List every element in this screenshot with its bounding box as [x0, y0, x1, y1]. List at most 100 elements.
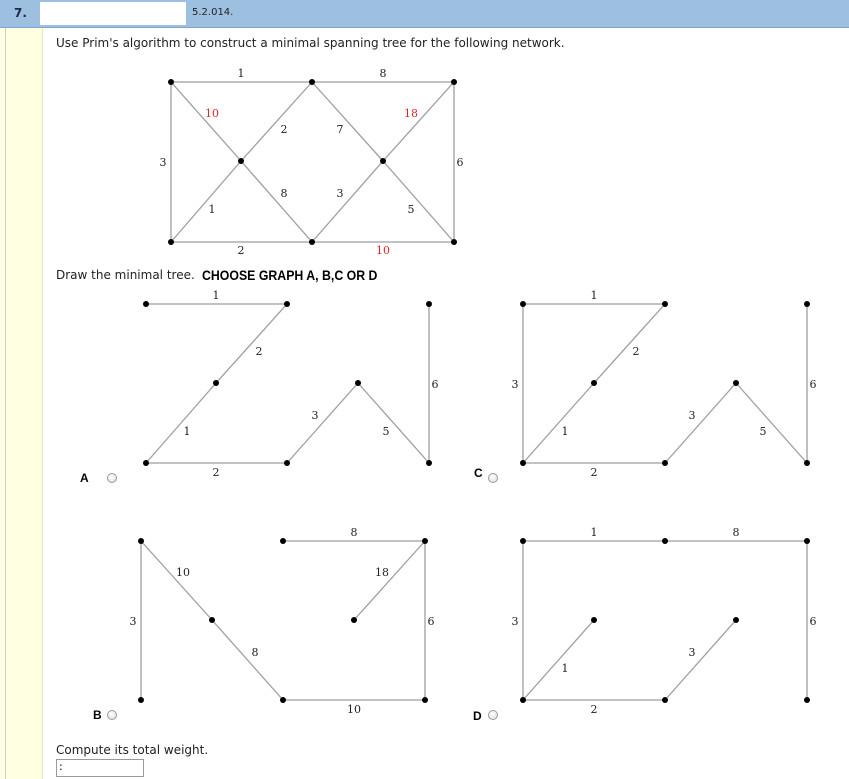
vertex [662, 538, 668, 544]
edge-weight: 2 [591, 466, 598, 479]
edge-weight: 2 [256, 345, 263, 358]
edge-weight: 1 [562, 662, 569, 675]
edge-weight: 2 [591, 703, 598, 716]
vertex [422, 697, 428, 703]
vertex [591, 617, 597, 623]
option-d-radio[interactable] [488, 710, 498, 720]
option-b-radio[interactable] [107, 710, 117, 720]
vertex [284, 460, 290, 466]
option-c-label: C [474, 466, 483, 480]
vertex [804, 460, 810, 466]
vertex [733, 617, 739, 623]
edge-weight: 2 [633, 345, 640, 358]
edge-weight: 3 [130, 615, 137, 628]
edge [240, 160, 313, 243]
vertex [280, 697, 286, 703]
edge-weight-highlighted: 10 [376, 244, 390, 257]
edge [357, 382, 430, 464]
edge-weight: 5 [408, 203, 415, 216]
edge [664, 619, 737, 701]
edge-weight: 8 [733, 526, 740, 539]
vertex [804, 538, 810, 544]
option-c-radio[interactable] [488, 473, 498, 483]
edge [311, 81, 384, 162]
edge-weight: 1 [209, 203, 216, 216]
edge-weight: 3 [689, 646, 696, 659]
edge [145, 382, 217, 464]
edge-weight: 1 [591, 526, 598, 539]
option-a-radio[interactable] [107, 473, 117, 483]
edge-weight: 2 [213, 466, 220, 479]
edge [215, 303, 288, 384]
edge-weight: 6 [810, 615, 817, 628]
edge [353, 540, 426, 621]
edge [170, 160, 242, 243]
edge [170, 81, 242, 162]
vertex [213, 380, 219, 386]
edge-weight: 3 [512, 378, 519, 391]
edge-weight: 8 [380, 67, 387, 80]
edge [522, 619, 595, 701]
vertex [662, 301, 668, 307]
vertex [520, 538, 526, 544]
edge-weight: 18 [375, 566, 389, 579]
choose-graph-instruction: CHOOSE GRAPH A, B,C OR D [202, 267, 378, 283]
graph-option-c: 1 2 3 1 2 3 5 6 [512, 289, 817, 479]
edge [286, 382, 359, 464]
option-d-label: D [473, 709, 482, 723]
edge-weight: 8 [281, 187, 288, 200]
edge [522, 382, 595, 464]
edge-weight: 3 [160, 156, 167, 169]
graph-canvas: 1 8 10 18 2 7 3 6 1 8 3 5 2 10 1 2 1 2 3 [130, 67, 817, 716]
edge-weight: 10 [347, 703, 361, 716]
vertex [209, 617, 215, 623]
vertex [138, 697, 144, 703]
vertex [451, 239, 457, 245]
edge [211, 619, 284, 701]
vertex [143, 460, 149, 466]
graph-option-b: 8 10 18 3 8 6 10 [130, 526, 435, 716]
option-b-label: B [93, 708, 102, 722]
vertex [422, 538, 428, 544]
edge-weight: 2 [281, 123, 288, 136]
edge-weight: 5 [760, 425, 767, 438]
edge-weight: 3 [689, 409, 696, 422]
edge [140, 540, 213, 621]
edge [735, 382, 808, 464]
edge-weight: 5 [383, 425, 390, 438]
vertex [280, 538, 286, 544]
total-weight-prompt: Compute its total weight. [56, 743, 209, 757]
edge-weight: 1 [562, 425, 569, 438]
vertex [168, 239, 174, 245]
edge-weight: 7 [337, 123, 344, 136]
edge-weight: 1 [591, 289, 598, 302]
graph-option-d: 1 8 3 1 3 6 2 [512, 526, 817, 716]
edge-weight: 3 [337, 187, 344, 200]
vertex [520, 460, 526, 466]
vertex [520, 697, 526, 703]
option-a-label: A [80, 471, 89, 485]
vertex [451, 79, 457, 85]
edge [593, 303, 666, 384]
vertex [804, 697, 810, 703]
edge-weight: 10 [176, 566, 190, 579]
vertex [426, 460, 432, 466]
edge-weight: 1 [238, 67, 245, 80]
vertex [804, 301, 810, 307]
edge [311, 160, 384, 243]
edge-weight: 6 [457, 156, 464, 169]
vertex [309, 239, 315, 245]
vertex [662, 697, 668, 703]
edge [382, 160, 455, 243]
vertex [168, 79, 174, 85]
edge-weight: 3 [512, 615, 519, 628]
vertex [143, 301, 149, 307]
total-weight-input[interactable]: : [56, 759, 144, 777]
vertex [284, 301, 290, 307]
edge-weight: 2 [238, 244, 245, 257]
vertex [426, 301, 432, 307]
draw-instruction: Draw the minimal tree. [56, 268, 195, 282]
edge-weight: 6 [432, 378, 439, 391]
vertex [138, 538, 144, 544]
vertex [662, 460, 668, 466]
